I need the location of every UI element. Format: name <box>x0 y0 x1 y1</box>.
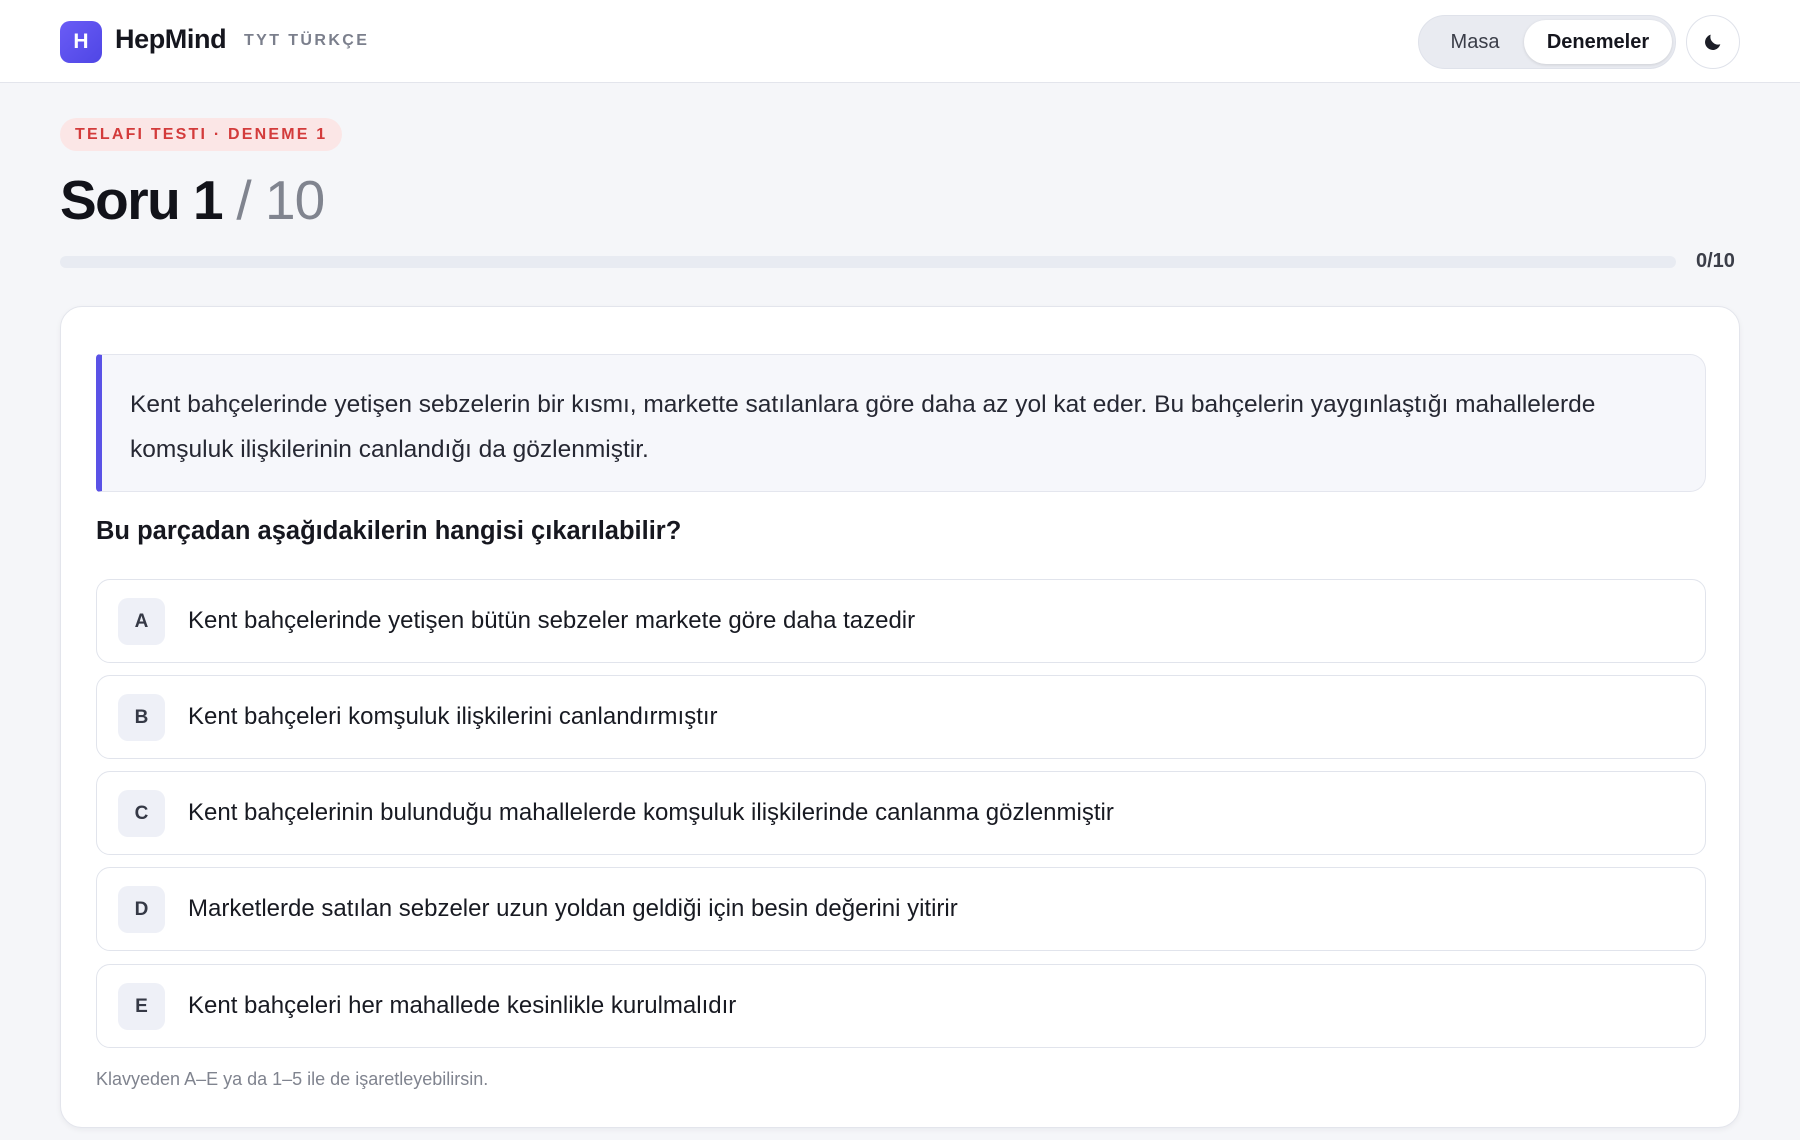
option-text: Kent bahçeleri her mahallede kesinlikle … <box>188 992 737 1019</box>
moon-icon <box>1705 34 1721 50</box>
logo-icon[interactable]: H <box>60 21 102 63</box>
top-bar: H HepMind TYT TÜRKÇE Masa Denemeler <box>0 0 1800 83</box>
option-d[interactable]: D Marketlerde satılan sebzeler uzun yold… <box>96 867 1706 951</box>
option-letter: D <box>118 886 165 933</box>
option-text: Kent bahçeleri komşuluk ilişkilerini can… <box>188 703 718 730</box>
option-letter: E <box>118 983 165 1030</box>
progress-bar <box>60 256 1676 268</box>
test-badge: TELAFI TESTI · DENEME 1 <box>60 118 343 151</box>
option-e[interactable]: E Kent bahçeleri her mahallede kesinlikl… <box>96 964 1706 1048</box>
passage-text: Kent bahçelerinde yetişen sebzelerin bir… <box>96 354 1706 492</box>
question-total: / 10 <box>222 169 325 231</box>
option-text: Marketlerde satılan sebzeler uzun yoldan… <box>188 895 958 922</box>
progress-counter: 0/10 <box>1696 250 1735 272</box>
question-current: Soru 1 <box>60 169 224 231</box>
view-switcher: Masa Denemeler <box>1418 15 1676 69</box>
option-text: Kent bahçelerinde yetişen bütün sebzeler… <box>188 607 916 634</box>
question-prompt: Bu parçadan aşağıdakilerin hangisi çıkar… <box>96 517 682 545</box>
question-card: Kent bahçelerinde yetişen sebzelerin bir… <box>60 306 1740 1128</box>
brand-subtitle: TYT TÜRKÇE <box>244 32 370 49</box>
option-text: Kent bahçelerinin bulunduğu mahallelerde… <box>188 799 1114 826</box>
theme-toggle-button[interactable] <box>1686 15 1740 69</box>
option-b[interactable]: B Kent bahçeleri komşuluk ilişkilerini c… <box>96 675 1706 759</box>
option-c[interactable]: C Kent bahçelerinin bulunduğu mahalleler… <box>96 771 1706 855</box>
logo-letter: H <box>73 30 89 53</box>
brand-name[interactable]: HepMind <box>115 24 227 55</box>
option-a[interactable]: A Kent bahçelerinde yetişen bütün sebzel… <box>96 579 1706 663</box>
nav-denemeler-button[interactable]: Denemeler <box>1524 20 1672 64</box>
question-title: Soru 1 / 10 <box>60 168 325 232</box>
keyboard-hint: Klavyeden A–E ya da 1–5 ile de işaretley… <box>96 1069 489 1089</box>
option-letter: C <box>118 790 165 837</box>
nav-masa-button[interactable]: Masa <box>1425 20 1525 64</box>
option-letter: A <box>118 598 165 645</box>
option-letter: B <box>118 694 165 741</box>
